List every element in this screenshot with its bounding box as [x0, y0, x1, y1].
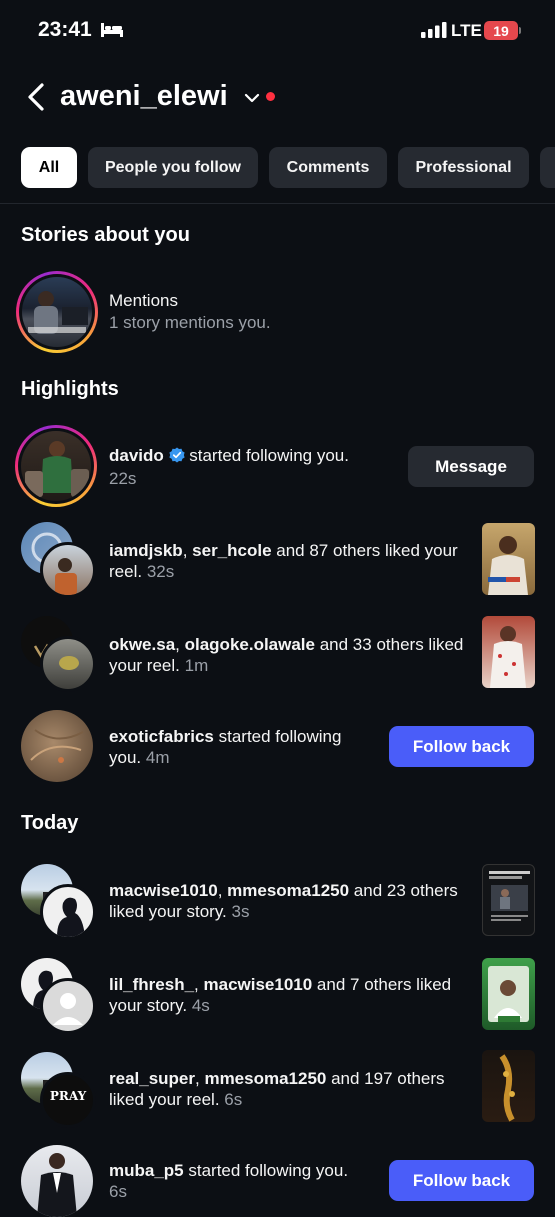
avatar-text: PRAY — [49, 1089, 87, 1103]
section-today: Today — [21, 812, 79, 834]
divider — [0, 203, 555, 204]
notification-text: okwe.sa, olagoke.olawale and 33 others l… — [109, 635, 464, 675]
davido-story-avatar[interactable] — [15, 425, 97, 507]
notification-text: exoticfabrics started following you. 4m — [109, 726, 369, 768]
status-bar: 23:41 LTE 19 — [0, 0, 555, 62]
reel-thumbnail[interactable] — [482, 523, 535, 595]
notification-text: iamdjskb, ser_hcole and 87 others liked … — [109, 541, 458, 581]
notification-user-2[interactable]: ser_hcole — [192, 541, 271, 560]
notification-user[interactable]: iamdjskb — [109, 541, 183, 560]
notification-time: 6s — [224, 1090, 243, 1109]
user-avatar[interactable] — [40, 636, 96, 692]
notification-row[interactable]: macwise1010, mmesoma1250 and 23 others l… — [0, 862, 555, 942]
notification-time: 22s — [109, 469, 137, 488]
notification-user[interactable]: okwe.sa — [109, 635, 175, 654]
notification-user[interactable]: lil_fhresh_ — [109, 975, 194, 994]
notification-text: macwise1010, mmesoma1250 and 23 others l… — [109, 881, 458, 921]
filter-comments[interactable]: Comments — [269, 147, 387, 188]
user-avatar[interactable] — [21, 1145, 93, 1217]
user-avatar[interactable] — [21, 710, 93, 782]
notification-row[interactable]: exoticfabrics started following you. 4m … — [0, 709, 555, 785]
follow-back-button[interactable]: Follow back — [389, 726, 534, 767]
reel-thumbnail[interactable] — [482, 1050, 535, 1122]
notification-text: real_super, mmesoma1250 and 197 others l… — [109, 1069, 445, 1109]
notification-dot — [266, 92, 275, 101]
verified-badge-icon — [168, 447, 185, 468]
section-highlights: Highlights — [21, 378, 119, 400]
notification-row[interactable]: lil_fhresh_, macwise1010 and 7 others li… — [0, 956, 555, 1036]
filter-all[interactable]: All — [21, 147, 77, 188]
notification-text: muba_p5 started following you. 6s — [109, 1160, 369, 1202]
notification-time: 1m — [184, 656, 209, 675]
notification-time: 32s — [146, 562, 175, 581]
notification-text: lil_fhresh_, macwise1010 and 7 others li… — [109, 975, 452, 1015]
sleep-focus-icon — [100, 22, 124, 43]
battery-tip — [519, 27, 521, 34]
default-avatar-icon[interactable] — [40, 978, 96, 1034]
mentions-title: Mentions — [109, 291, 178, 310]
account-username[interactable]: aweni_elewi — [60, 80, 228, 113]
mentions-subtitle: 1 story mentions you. — [109, 313, 271, 332]
user-avatar[interactable]: PRAY — [40, 1072, 96, 1128]
user-avatar[interactable] — [40, 884, 96, 940]
notification-text: davido started following you. 22s — [109, 445, 349, 489]
user-avatar[interactable] — [40, 542, 96, 598]
message-button[interactable]: Message — [408, 446, 534, 487]
mentions-row[interactable]: Mentions 1 story mentions you. — [0, 270, 555, 354]
notification-user-2[interactable]: olagoke.olawale — [185, 635, 315, 654]
mentions-story-avatar[interactable] — [16, 271, 98, 353]
notification-user-2[interactable]: mmesoma1250 — [227, 881, 349, 900]
notification-message: started following you. — [184, 446, 349, 465]
header: aweni_elewi — [0, 72, 555, 122]
reel-thumbnail[interactable] — [482, 616, 535, 688]
filter-more[interactable] — [540, 147, 555, 188]
notification-time: 4m — [145, 748, 170, 767]
notification-user[interactable]: davido — [109, 446, 164, 465]
filter-people-you-follow[interactable]: People you follow — [88, 147, 258, 188]
notification-row[interactable]: davido started following you. 22s Messag… — [0, 425, 555, 509]
notification-user[interactable]: exoticfabrics — [109, 727, 214, 746]
follow-back-button[interactable]: Follow back — [389, 1160, 534, 1201]
notification-row[interactable]: PRAY real_super, mmesoma1250 and 197 oth… — [0, 1050, 555, 1130]
notification-user[interactable]: macwise1010 — [109, 881, 218, 900]
story-thumbnail[interactable] — [482, 864, 535, 936]
notification-time: 4s — [191, 996, 210, 1015]
mentions-text: Mentions 1 story mentions you. — [109, 290, 271, 333]
notification-row[interactable]: iamdjskb, ser_hcole and 87 others liked … — [0, 520, 555, 598]
section-stories-about-you: Stories about you — [21, 224, 190, 246]
back-arrow-icon[interactable] — [26, 82, 46, 117]
notification-row[interactable]: okwe.sa, olagoke.olawale and 33 others l… — [0, 614, 555, 692]
notification-time: 6s — [109, 1182, 127, 1201]
notification-message: started following you. — [183, 1161, 349, 1180]
network-type: LTE — [451, 21, 482, 40]
notification-user[interactable]: real_super — [109, 1069, 195, 1088]
notification-user-2[interactable]: mmesoma1250 — [204, 1069, 326, 1088]
story-thumbnail[interactable] — [482, 958, 535, 1030]
chevron-down-icon[interactable] — [244, 90, 260, 108]
filter-professional[interactable]: Professional — [398, 147, 529, 188]
battery-indicator: 19 — [484, 21, 518, 40]
notification-row[interactable]: muba_p5 started following you. 6s Follow… — [0, 1144, 555, 1217]
notification-user-2[interactable]: macwise1010 — [204, 975, 313, 994]
notification-user[interactable]: muba_p5 — [109, 1161, 184, 1180]
status-time: 23:41 — [38, 18, 92, 41]
cellular-signal-icon — [421, 22, 447, 43]
notification-time: 3s — [231, 902, 250, 921]
